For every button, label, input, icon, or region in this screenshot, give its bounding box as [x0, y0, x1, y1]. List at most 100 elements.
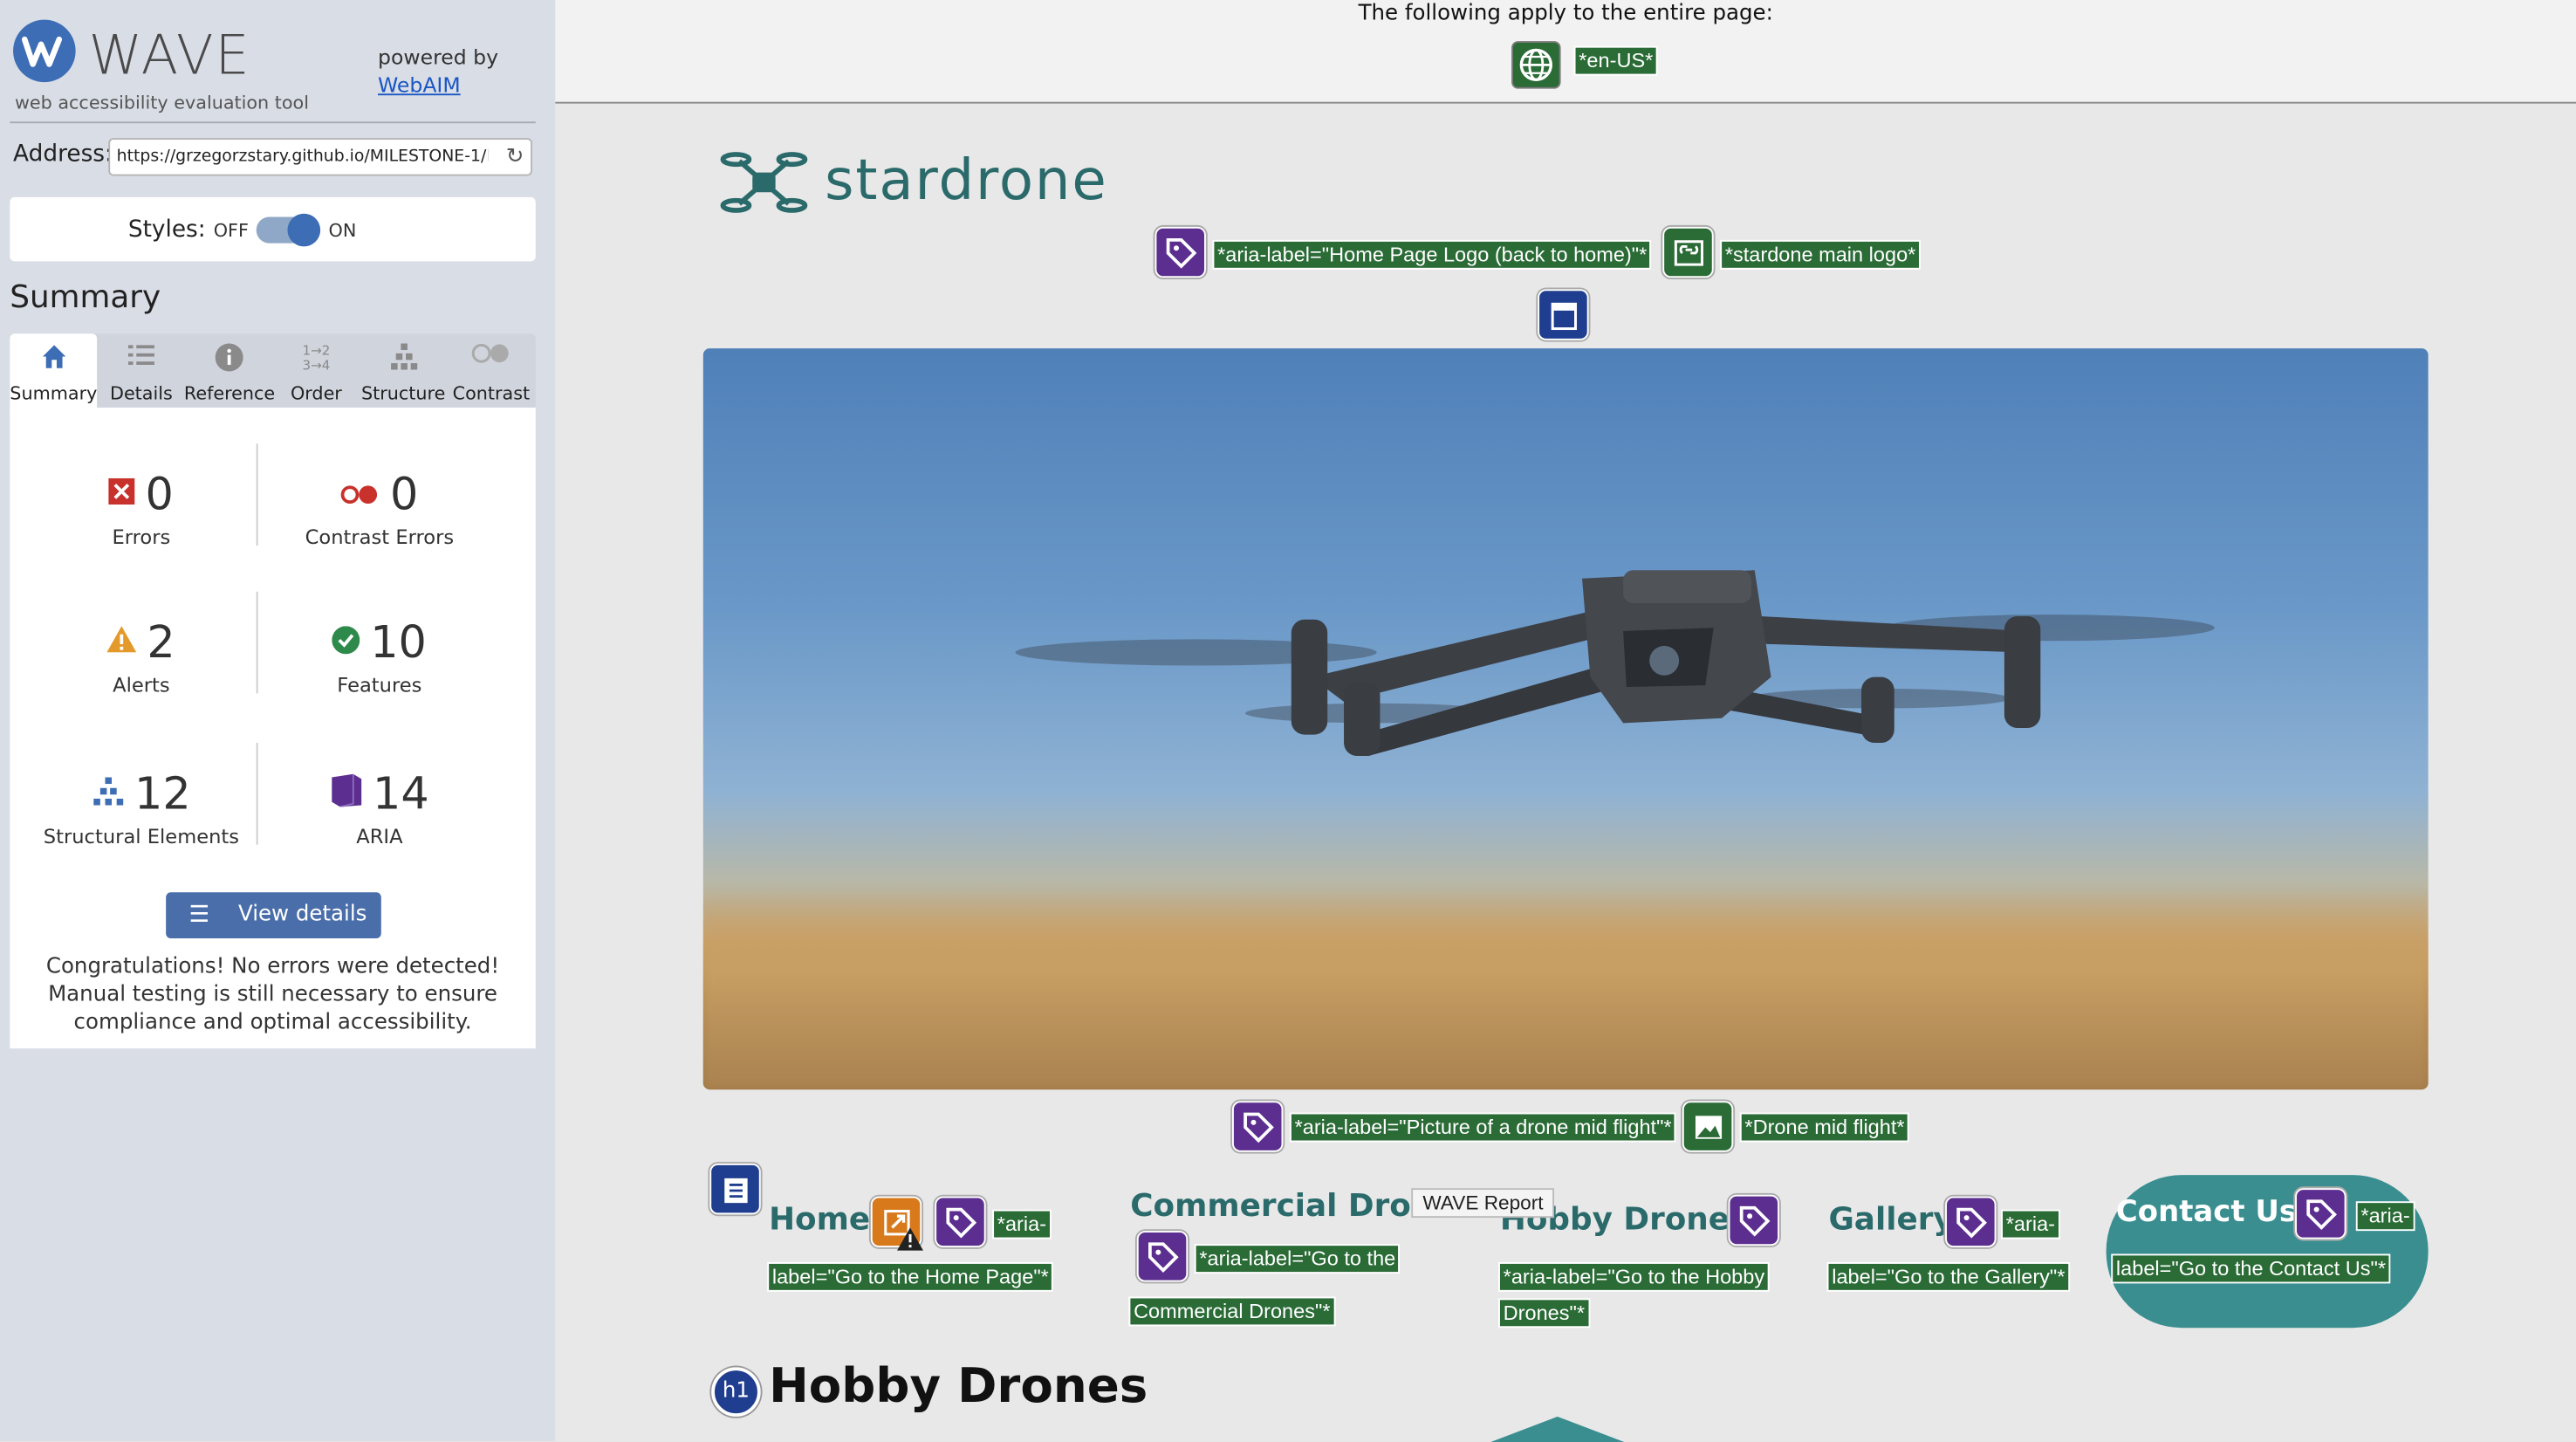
nav-home[interactable]: Home: [769, 1201, 870, 1237]
styles-label: Styles:: [127, 216, 206, 244]
tab-details-label: Details: [109, 382, 173, 405]
nav-commercial-drones[interactable]: Commercial Drone: [1130, 1188, 1454, 1224]
styles-card: Styles: OFF ON: [10, 196, 536, 262]
h1-heading-icon[interactable]: h1: [711, 1367, 761, 1417]
view-details-button[interactable]: ☰ View details ›: [166, 892, 381, 973]
contrast-error-icon: [340, 479, 380, 511]
drone-logo-icon: [720, 145, 809, 227]
structure-icon: [360, 343, 447, 373]
address-label: Address:: [13, 141, 113, 168]
aria-label-icon[interactable]: [1136, 1231, 1189, 1282]
tab-order[interactable]: 1→2 3→4 Order: [273, 333, 360, 409]
summary-heading: Summary: [10, 279, 161, 316]
contrast-icon: [447, 343, 536, 373]
contact-aria-tag-2: label="Go to the Contact Us"*: [2111, 1253, 2391, 1284]
nav-contact-us-button[interactable]: Contact Us! *aria- label="Go to the Cont…: [2106, 1175, 2429, 1329]
header-region-icon[interactable]: [1538, 289, 1589, 340]
address-input[interactable]: https://grzegorzstary.github.io/MILESTON…: [108, 138, 532, 176]
styles-toggle[interactable]: [256, 213, 321, 247]
tab-summary[interactable]: Summary: [10, 333, 97, 409]
alerts-count: 2: [147, 616, 175, 669]
features-stat[interactable]: 10 Features: [257, 616, 503, 697]
aria-count: 14: [373, 768, 429, 820]
contrast-errors-label: Contrast Errors: [305, 525, 455, 549]
contrast-errors-count: 0: [389, 469, 419, 520]
list-icon: [99, 343, 184, 373]
section-icon-partial: [1488, 1416, 1627, 1442]
logo-alt-tag: *stardone main logo*: [1720, 239, 1921, 270]
errors-label: Errors: [112, 525, 171, 549]
wave-logo-icon: [13, 19, 76, 83]
divider: [10, 121, 536, 124]
toggle-knob: [287, 213, 321, 247]
aria-label-icon[interactable]: [2295, 1188, 2346, 1239]
wave-logo: WAVE web accessibility evaluation tool p…: [13, 19, 538, 119]
order-icon: 1→2 3→4: [302, 343, 331, 374]
tab-details[interactable]: Details: [99, 333, 184, 409]
styles-on-label: ON: [328, 220, 357, 242]
address-value: https://grzegorzstary.github.io/MILESTON…: [116, 148, 488, 167]
gallery-aria-tag-2: label="Go to the Gallery"*: [1826, 1261, 2071, 1292]
contact-label: Contact Us!: [2115, 1194, 2311, 1230]
aria-icon: [330, 773, 363, 814]
logo-aria-tag: *aria-label="Home Page Logo (back to hom…: [1212, 239, 1652, 270]
tab-reference[interactable]: Reference: [184, 333, 275, 409]
home-icon: [10, 343, 97, 373]
page-level-bar: The following apply to the entire page: …: [555, 0, 2576, 104]
aria-label-icon[interactable]: [1728, 1194, 1779, 1246]
structural-count: 12: [134, 768, 191, 820]
commercial-aria-tag-2: Commercial Drones"*: [1128, 1296, 1336, 1327]
commercial-aria-tag-1: *aria-label="Go to the: [1194, 1244, 1401, 1274]
brand-name: stardrone: [825, 148, 1108, 214]
webaim-link[interactable]: WebAIM: [378, 72, 461, 97]
hobby-aria-tag-2: Drones"*: [1498, 1298, 1590, 1329]
structural-stat[interactable]: 12 Structural Elements: [18, 768, 264, 848]
page-level-note: The following apply to the entire page:: [1358, 1, 1773, 27]
alerts-stat[interactable]: 2 Alerts: [18, 616, 264, 697]
features-count: 10: [370, 616, 427, 669]
hobby-aria-tag-1: *aria-label="Go to the Hobby: [1498, 1261, 1770, 1292]
reload-icon[interactable]: ↻: [506, 145, 524, 169]
structural-label: Structural Elements: [43, 825, 240, 848]
contact-aria-tag-1: *aria-: [2355, 1201, 2415, 1232]
congrats-message: Congratulations! No errors were detected…: [45, 954, 500, 1036]
image-alt-icon[interactable]: [1682, 1101, 1734, 1152]
styles-off-label: OFF: [213, 220, 249, 242]
alerts-label: Alerts: [113, 673, 170, 697]
tab-contrast-label: Contrast: [452, 382, 531, 405]
wave-subtitle: web accessibility evaluation tool: [14, 92, 310, 113]
list-icon: ☰: [188, 902, 210, 929]
page-heading: Hobby Drones: [769, 1357, 1148, 1414]
aria-label-icon[interactable]: [1945, 1196, 1997, 1247]
info-icon: [184, 343, 273, 373]
powered-by-text: powered by: [378, 44, 499, 70]
errors-count: 0: [145, 469, 174, 520]
aria-label-icon[interactable]: [1154, 226, 1206, 278]
aria-label-icon[interactable]: [935, 1196, 986, 1247]
navigation-region-icon[interactable]: [709, 1163, 761, 1215]
linked-image-icon[interactable]: [1662, 226, 1714, 278]
wave-sidebar: WAVE web accessibility evaluation tool p…: [0, 0, 556, 1442]
aria-label-icon[interactable]: [1232, 1101, 1284, 1152]
hero-aria-tag: *aria-label="Picture of a drone mid flig…: [1289, 1112, 1677, 1143]
nav-gallery[interactable]: Gallery: [1828, 1201, 1953, 1237]
gallery-aria-tag-1: *aria-: [2001, 1209, 2060, 1239]
alert-icon: [107, 626, 138, 659]
powered-by: powered by WebAIM: [378, 43, 498, 99]
evaluated-page: The following apply to the entire page: …: [555, 0, 2576, 1442]
aria-stat[interactable]: 14 ARIA: [257, 768, 503, 848]
errors-stat[interactable]: 0 Errors: [18, 469, 264, 549]
error-icon: [109, 477, 136, 512]
hero-alt-tag: *Drone mid flight*: [1739, 1112, 1910, 1143]
tab-contrast[interactable]: Contrast: [447, 333, 536, 409]
home-aria-tag-2: label="Go to the Home Page"*: [767, 1261, 1054, 1292]
drone-photo: [1015, 570, 2215, 757]
contrast-errors-stat[interactable]: 0 Contrast Errors: [257, 469, 503, 549]
feature-check-icon: [332, 625, 360, 660]
tab-structure[interactable]: Structure: [360, 333, 447, 409]
home-aria-tag-1: *aria-: [992, 1209, 1052, 1239]
features-label: Features: [337, 673, 422, 697]
alert-triangle-icon: [896, 1226, 924, 1257]
wave-tabs: Summary Details Reference 1→23→4 Order: [10, 333, 536, 409]
language-globe-icon[interactable]: [1511, 41, 1561, 89]
